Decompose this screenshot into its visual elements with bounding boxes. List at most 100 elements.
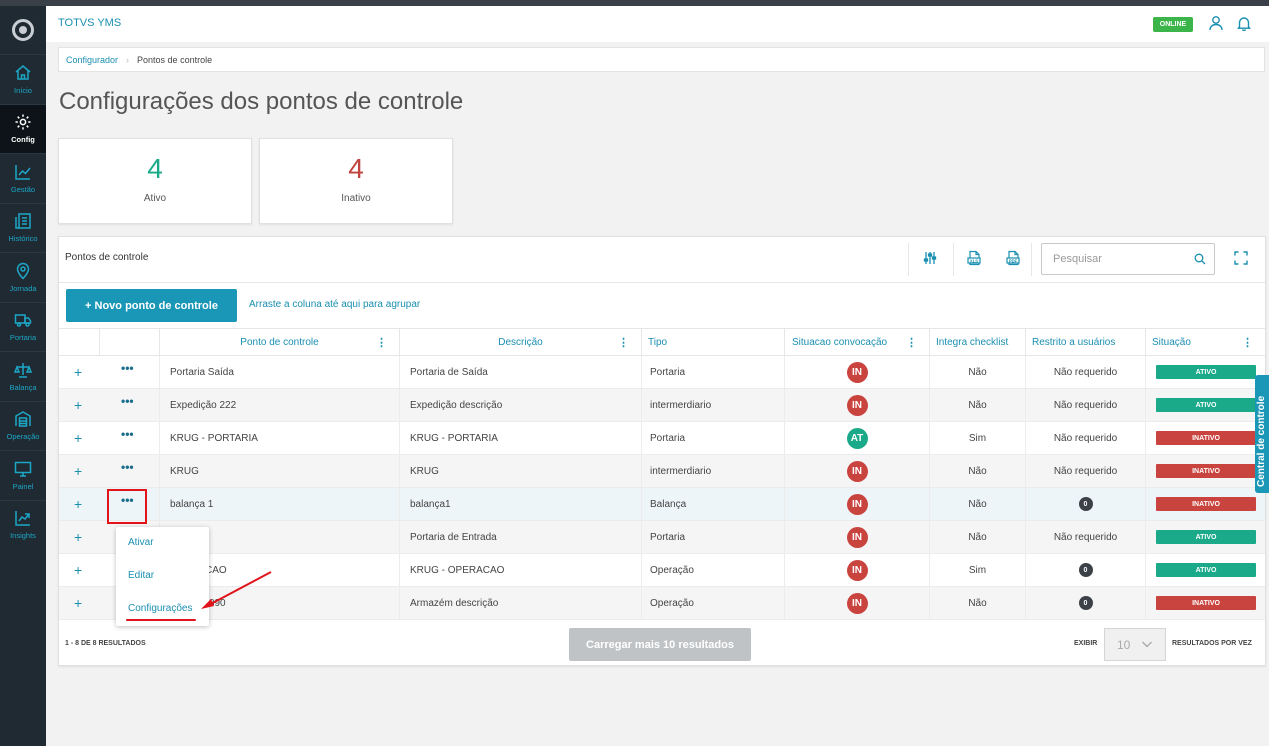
cell-checklist: Não [929, 587, 1025, 619]
expand-row-icon[interactable]: + [74, 397, 82, 413]
breadcrumb-configurador[interactable]: Configurador [66, 55, 118, 65]
table-row[interactable]: + ••• Portaria Saída Portaria de Saída Porta… [59, 356, 1265, 389]
sidebar-item-history[interactable]: Histórico [0, 202, 46, 253]
row-actions-icon[interactable]: ••• [121, 394, 134, 408]
cell-tipo: Balança [641, 488, 784, 520]
column-header[interactable]: Integra checklist [929, 329, 1025, 356]
cell-text: Não requerido [1053, 366, 1118, 378]
stat-card-active[interactable]: 4 Ativo [58, 138, 252, 224]
page-size-select[interactable]: 10 [1104, 628, 1166, 661]
export-pdf-icon[interactable]: PDF [1005, 250, 1021, 266]
fullscreen-icon[interactable] [1234, 251, 1248, 265]
sidebar-item-gear[interactable]: Config [0, 103, 46, 153]
cell-text: Portaria Saída [170, 366, 234, 378]
expand-row-icon[interactable]: + [74, 430, 82, 446]
sidebar-item-chart[interactable]: Gestão [0, 153, 46, 203]
row-actions-icon[interactable]: ••• [121, 460, 134, 474]
column-header-label: Situação [1152, 337, 1191, 348]
column-header[interactable]: Ponto de controle ⋮ [159, 329, 399, 356]
menu-item-configuracoes[interactable]: Configurações [128, 603, 192, 614]
cell-convocacao: IN [784, 587, 929, 619]
cell-descricao: Portaria de Entrada [399, 521, 641, 553]
table-row[interactable]: +•••EntradaPortaria de EntradaPortariaIN… [59, 521, 1265, 554]
column-header-spacer [59, 329, 99, 356]
cell-tipo: intermerdiario [641, 455, 784, 487]
cell-text: Portaria [650, 432, 686, 444]
column-menu-icon[interactable]: ⋮ [906, 336, 917, 349]
sidebar-item-scale[interactable]: Balança [0, 351, 46, 401]
sidebar-item-label: Operação [6, 432, 40, 442]
display-label: EXIBIR [1074, 640, 1098, 647]
sidebar-item-warehouse[interactable]: Operação [0, 400, 46, 451]
status-badge: ATIVO [1156, 398, 1256, 412]
expand-row-icon[interactable]: + [74, 496, 82, 512]
column-menu-icon[interactable]: ⋮ [618, 336, 629, 349]
load-more-button[interactable]: Carregar mais 10 resultados [569, 628, 751, 661]
chart-icon [15, 164, 31, 180]
row-actions-icon[interactable]: ••• [121, 361, 134, 375]
annotation-highlight-box [107, 489, 147, 524]
user-count-badge: 0 [1078, 596, 1093, 610]
status-badge: ATIVO [1156, 530, 1256, 544]
sidebar-item-insights[interactable]: Insights [0, 499, 46, 550]
expand-row-icon[interactable]: + [74, 595, 82, 611]
cell-text: Não [968, 366, 987, 378]
table-row[interactable]: + ••• Expedição 222 Expedição descrição inte… [59, 389, 1265, 422]
search-input[interactable] [1053, 245, 1193, 273]
column-menu-icon[interactable]: ⋮ [1242, 336, 1253, 349]
cell-checklist: Sim [929, 422, 1025, 454]
bell-icon[interactable] [1236, 15, 1252, 31]
expand-row-icon[interactable]: + [74, 364, 82, 380]
column-header[interactable]: Tipo [641, 329, 784, 356]
user-icon[interactable] [1208, 15, 1224, 31]
cell-tipo: Operação [641, 554, 784, 586]
cell-restrito: Não requerido [1025, 455, 1145, 487]
menu-item-editar[interactable]: Editar [128, 570, 154, 581]
cell-text: Operação [650, 597, 694, 609]
search-icon[interactable] [1194, 253, 1206, 265]
column-menu-icon[interactable]: ⋮ [376, 336, 387, 349]
status-badge: INATIVO [1156, 464, 1256, 478]
sidebar-item-location-pin[interactable]: Jornada [0, 252, 46, 302]
totvs-logo[interactable] [0, 6, 46, 54]
cell-text: Não [968, 597, 987, 609]
scale-icon [14, 362, 32, 378]
sidebar-item-home[interactable]: Início [0, 54, 46, 104]
menu-item-ativar[interactable]: Ativar [128, 537, 154, 548]
cell-text: KRUG - PORTARIA [170, 432, 258, 444]
cell-restrito: 0 [1025, 554, 1145, 586]
stat-card-inactive[interactable]: 4 Inativo [259, 138, 453, 224]
table-row[interactable]: + ••• KRUG - PORTARIA KRUG - PORTARIA Portar… [59, 422, 1265, 455]
breadcrumb: Configurador › Pontos de controle [58, 47, 1265, 72]
cell-tipo: intermerdiario [641, 389, 784, 421]
expand-row-icon[interactable]: + [74, 562, 82, 578]
new-control-point-button[interactable]: + Novo ponto de controle [66, 289, 237, 322]
column-header[interactable]: Descrição ⋮ [399, 329, 641, 356]
group-by-hint: Arraste a coluna até aqui para agrupar [249, 299, 421, 310]
toolbar-divider [908, 243, 909, 276]
row-actions-icon[interactable]: ••• [121, 427, 134, 441]
stat-inactive-label: Inativo [341, 193, 371, 204]
annotation-arrow [201, 571, 272, 609]
cell-text: Não requerido [1053, 399, 1118, 411]
sidebar-item-truck[interactable]: Portaria [0, 301, 46, 352]
column-settings-icon[interactable] [922, 250, 938, 266]
control-center-tab[interactable]: Central de controle [1255, 375, 1269, 493]
cell-text: Operação [650, 564, 694, 576]
column-header[interactable]: Restrito a usuários [1025, 329, 1145, 356]
column-header[interactable]: Situação ⋮ [1145, 329, 1265, 356]
table-row[interactable]: + ••• balança 1 balança1 Balança IN Não 0 INATIV… [59, 488, 1265, 521]
export-xls-icon[interactable]: XLS [966, 250, 982, 266]
cell-situacao: ATIVO [1145, 521, 1265, 553]
per-page-label: RESULTADOS POR VEZ [1172, 640, 1252, 647]
status-badge: INATIVO [1156, 596, 1256, 610]
expand-row-icon[interactable]: + [74, 463, 82, 479]
cell-text: Portaria [650, 531, 686, 543]
convocation-status-badge: IN [846, 592, 868, 614]
cell-descricao: KRUG [399, 455, 641, 487]
table-row[interactable]: + ••• KRUG KRUG intermerdiario IN Não Não reque… [59, 455, 1265, 488]
expand-row-icon[interactable]: + [74, 529, 82, 545]
gear-icon [15, 114, 31, 130]
sidebar-item-monitor[interactable]: Painel [0, 450, 46, 500]
column-header[interactable]: Situacao convocação ⋮ [784, 329, 929, 356]
